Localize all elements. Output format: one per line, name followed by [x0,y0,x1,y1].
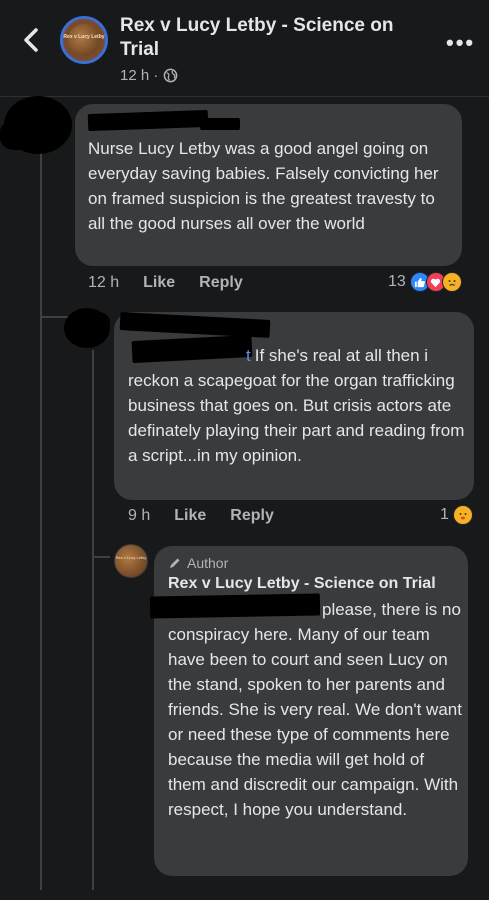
group-avatar-image [68,24,100,56]
author-avatar[interactable]: Rex v Lucy Letby [114,544,148,578]
comment-actions: 9 h Like Reply [128,507,274,525]
post-meta: 12 h · [120,67,178,84]
reaction-count: 1 [440,506,449,523]
comment-text: please, there is no conspiracy here. Man… [168,600,462,819]
reply-button[interactable]: Reply [199,274,243,292]
sad-reaction-icon [441,272,462,292]
comment-time: 12 h [88,274,120,291]
post-time: 12 h · [120,67,159,84]
thread-branch-reply-2 [92,556,110,558]
reaction-summary[interactable]: 1 [440,505,473,525]
redacted-username [200,118,240,130]
comment-body: If she's real at all then i reckon a sca… [128,346,465,465]
bottom-edge [0,890,489,900]
chevron-left-icon[interactable] [18,26,46,54]
comment-text: Nurse Lucy Letby was a good angel going … [88,139,439,233]
reaction-summary[interactable]: 13 [388,272,462,292]
author-badge: Author [168,555,228,571]
reply-button[interactable]: Reply [230,507,274,525]
comment-time: 9 h [128,507,151,524]
author-name[interactable]: Rex v Lucy Letby - Science on Trial [168,575,436,593]
group-avatar-logo-text: Rex v Lucy Letby [63,34,105,40]
avatar-redaction [86,312,110,332]
reaction-count: 13 [388,273,406,290]
mention-tail: t [246,346,251,365]
group-avatar[interactable]: Rex v Lucy Letby [60,16,108,64]
like-button[interactable]: Like [143,274,175,292]
thread-line-main [40,150,42,900]
group-title[interactable]: Rex v Lucy Letby - Science on Trial [120,14,420,62]
comment-text: t If she's real at all then i reckon a sc… [128,343,468,468]
angry-face-reaction-icon [452,505,473,525]
comment-actions: 12 h Like Reply [88,274,243,292]
author-badge-label: Author [187,555,229,571]
globe-icon [164,68,178,83]
author-avatar-logo-text: Rex v Lucy Letby [115,555,147,560]
thread-line-reply [92,350,94,900]
like-button[interactable]: Like [174,507,206,525]
pencil-icon [170,558,180,568]
more-options-button[interactable]: ••• [446,30,475,56]
group-post-header: Rex v Lucy Letby Rex v Lucy Letby - Scie… [0,0,489,97]
avatar-redaction [0,120,36,150]
